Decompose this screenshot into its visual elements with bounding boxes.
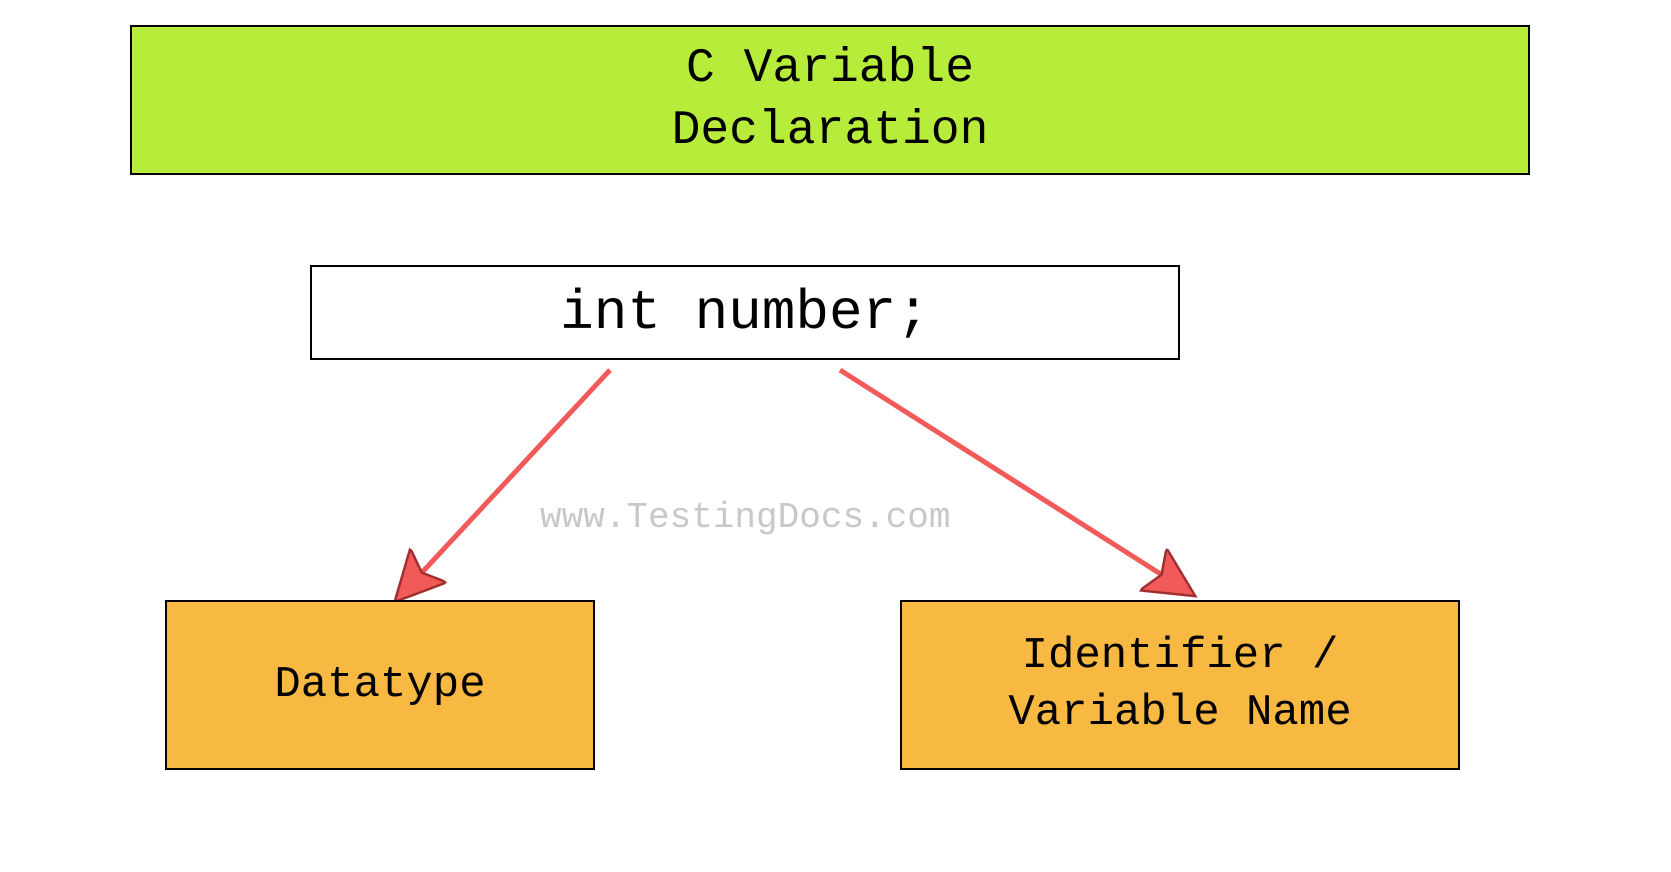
datatype-label: Datatype bbox=[274, 660, 485, 710]
arrow-left bbox=[380, 360, 640, 610]
code-text: int number; bbox=[560, 281, 930, 345]
title-text: C VariableDeclaration bbox=[672, 38, 989, 163]
title-box: C VariableDeclaration bbox=[130, 25, 1530, 175]
watermark-text: www.TestingDocs.com bbox=[540, 497, 950, 538]
identifier-box: Identifier /Variable Name bbox=[900, 600, 1460, 770]
identifier-label: Identifier /Variable Name bbox=[1008, 628, 1351, 742]
code-box: int number; bbox=[310, 265, 1180, 360]
datatype-box: Datatype bbox=[165, 600, 595, 770]
arrow-right bbox=[820, 360, 1220, 610]
